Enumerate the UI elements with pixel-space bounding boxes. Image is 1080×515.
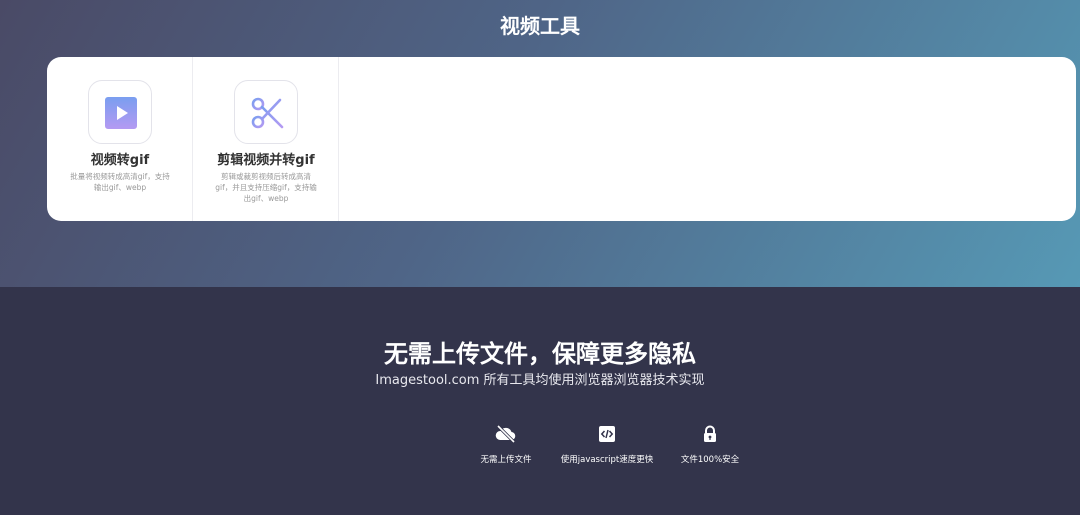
- feature-label: 使用javascript速度更快: [560, 455, 654, 465]
- tool-desc: 剪辑或裁剪视频后转成高清gif，并且支持压缩gif，支持输出gif、webp: [215, 172, 317, 203]
- cloud-off-icon: [495, 424, 516, 444]
- lock-icon: [704, 425, 716, 442]
- tool-desc: 批量将视频转成高清gif，支持输出gif、webp: [70, 172, 170, 192]
- privacy-subtitle: Imagestool.com 所有工具均使用浏览器浏览器技术实现: [375, 373, 705, 388]
- tools-section: 视频工具 视频转gif 批量将视频转成高清gif，支持输出gif、webp 剪辑…: [0, 0, 1080, 287]
- tools-card: 视频转gif 批量将视频转成高清gif，支持输出gif、webp 剪辑视频并转g…: [47, 57, 1076, 221]
- tool-name: 视频转gif: [90, 153, 150, 168]
- section-title: 视频工具: [500, 14, 580, 38]
- privacy-title: 无需上传文件，保障更多隐私: [384, 340, 696, 368]
- code-icon: [599, 426, 615, 442]
- privacy-section: 无需上传文件，保障更多隐私 Imagestool.com 所有工具均使用浏览器浏…: [0, 287, 1080, 515]
- scissors-icon: [234, 80, 298, 144]
- feature-javascript: 使用javascript速度更快: [547, 424, 667, 466]
- play-icon: [88, 80, 152, 144]
- feature-secure: 文件100%安全: [650, 424, 770, 466]
- tool-clip-video-to-gif[interactable]: 剪辑视频并转gif 剪辑或裁剪视频后转成高清gif，并且支持压缩gif，支持输出…: [193, 57, 339, 221]
- tool-name: 剪辑视频并转gif: [217, 153, 315, 168]
- tool-video-to-gif[interactable]: 视频转gif 批量将视频转成高清gif，支持输出gif、webp: [47, 57, 193, 221]
- feature-label: 文件100%安全: [680, 455, 740, 465]
